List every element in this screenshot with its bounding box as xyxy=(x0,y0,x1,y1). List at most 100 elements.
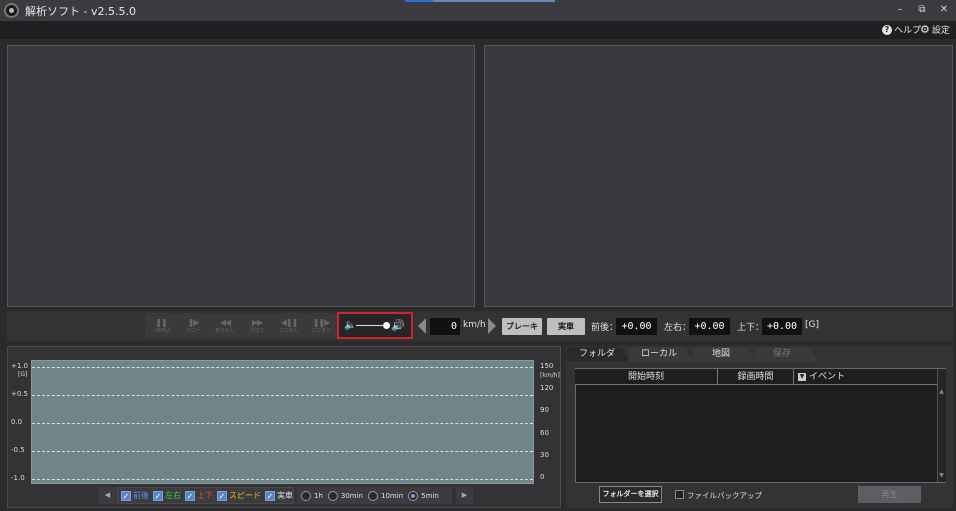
close-button[interactable]: ✕ xyxy=(938,3,950,17)
frame-back-icon: ◀❚❚ xyxy=(280,317,299,327)
y-right-tick-label: 60 xyxy=(540,428,549,437)
speed-prev-arrow[interactable] xyxy=(418,318,426,334)
grid-line xyxy=(32,395,533,396)
top-accent-line xyxy=(405,0,555,2)
grid-line xyxy=(32,451,533,452)
column-event[interactable]: ▼ イベント xyxy=(794,369,937,385)
title-bar: 解析ソフト - v2.5.5.0 – ⧉ ✕ xyxy=(0,0,956,21)
y-right-tick-label: 150 xyxy=(540,362,554,370)
file-list-scrollbar[interactable] xyxy=(937,369,946,482)
y-right-tick-label: 90 xyxy=(540,406,549,415)
range-option[interactable]: 5min xyxy=(408,490,439,501)
left-right-value: +0.00 xyxy=(689,318,730,335)
backup-label: ファイルバックアップ xyxy=(687,491,762,500)
up-down-label: 上下： xyxy=(737,323,765,333)
legend-item[interactable]: ✓ スピード xyxy=(217,490,261,501)
grid-line xyxy=(32,367,533,368)
tab-local[interactable]: ローカル xyxy=(629,347,693,361)
y-right-tick-label: 0 xyxy=(540,473,545,481)
fast-forward-button[interactable]: ▶▶ 早送り xyxy=(241,313,273,339)
brake-button[interactable]: ブレーキ xyxy=(502,318,542,335)
pause-icon: ❚❚ xyxy=(155,317,167,327)
volume-knob[interactable] xyxy=(383,322,390,329)
frame-back-button[interactable]: ◀❚❚ コマ戻し xyxy=(273,313,305,339)
gear-icon: ⚙ xyxy=(920,22,930,36)
front-back-value: +0.00 xyxy=(616,318,657,335)
column-start-time[interactable]: 開始時刻 xyxy=(575,369,718,385)
frame-forward-icon: ❚❚▶ xyxy=(312,317,331,327)
tab-map[interactable]: 地図 xyxy=(693,347,755,361)
event-dropdown-icon[interactable]: ▼ xyxy=(798,373,806,381)
restore-button[interactable]: ⧉ xyxy=(916,3,928,17)
volume-slider[interactable]: 🔈 🔊 xyxy=(337,312,413,339)
y-right-unit: [km/h] xyxy=(540,372,560,379)
legend-item[interactable]: ✓ 実車 xyxy=(265,490,293,501)
speed-next-arrow[interactable] xyxy=(488,318,496,334)
grid-line xyxy=(32,479,533,480)
pause-button[interactable]: ❚❚ 一時停止 xyxy=(145,313,177,339)
g-unit-label: [G] xyxy=(805,320,819,330)
help-icon: ? xyxy=(882,24,892,35)
backup-checkbox[interactable] xyxy=(675,490,684,499)
rewind-button[interactable]: ◀◀ 巻き戻し xyxy=(209,313,241,339)
settings-link[interactable]: ⚙ 設定 xyxy=(920,22,950,37)
graph-prev-button[interactable]: ◀ xyxy=(99,487,116,504)
select-folder-button[interactable]: フォルダーを選択 xyxy=(599,486,662,503)
frame-forward-button[interactable]: ❚❚▶ コマ送り xyxy=(305,313,337,339)
range-option[interactable]: 10min xyxy=(368,490,404,501)
range-radio[interactable] xyxy=(368,490,378,501)
file-list-header: 開始時刻 録画時間 ▼ イベント xyxy=(575,369,937,385)
rewind-icon: ◀◀ xyxy=(219,317,231,327)
left-right-label: 左右： xyxy=(664,323,692,333)
window-title: 解析ソフト - v2.5.5.0 xyxy=(25,4,136,18)
y-right-tick-label: 30 xyxy=(540,450,549,459)
slow-button[interactable]: ❚▶ スロー xyxy=(177,313,209,339)
range-label: 5min xyxy=(421,491,439,500)
legend-checkbox[interactable]: ✓ xyxy=(217,490,227,501)
tab-save: 保存 xyxy=(755,347,817,361)
range-radio[interactable] xyxy=(408,490,419,501)
legend-label: 左右 xyxy=(165,491,181,500)
scroll-down-icon[interactable]: ▼ xyxy=(937,472,946,479)
legend-checkbox[interactable]: ✓ xyxy=(121,490,131,501)
range-radio[interactable] xyxy=(301,490,311,501)
range-option[interactable]: 1h xyxy=(301,490,323,501)
column-duration[interactable]: 録画時間 xyxy=(718,369,794,385)
range-label: 10min xyxy=(381,491,404,500)
front-camera-view xyxy=(7,45,475,307)
column-event-label: イベント xyxy=(809,372,846,382)
range-radio[interactable] xyxy=(327,490,338,501)
header-bar: ? ヘルプ ⚙ 設定 xyxy=(0,21,956,39)
up-down-value: +0.00 xyxy=(762,318,802,335)
y-right-tick-label: 120 xyxy=(540,384,554,393)
playback-controls: ❚❚ 一時停止 ❚▶ スロー ◀◀ 巻き戻し ▶▶ 早送り ◀❚❚ コマ戻し ❚… xyxy=(145,313,337,339)
legend: ✓ 前後 ✓ 左右 ✓ 上下 ✓ スピード ✓ 実車 xyxy=(117,487,294,504)
minimize-button[interactable]: – xyxy=(894,3,906,17)
app-logo-icon xyxy=(4,3,19,18)
volume-track[interactable] xyxy=(356,325,386,326)
grid-line xyxy=(32,423,533,424)
tab-folder[interactable]: フォルダ xyxy=(567,347,629,361)
speed-display: 0 xyxy=(430,318,460,335)
help-link[interactable]: ? ヘルプ xyxy=(882,23,921,36)
g-sensor-chart xyxy=(31,360,534,484)
legend-item[interactable]: ✓ 上下 xyxy=(185,490,213,501)
graph-next-button[interactable]: ▶ xyxy=(456,487,473,504)
y-left-tick-label: -1.0 xyxy=(11,474,25,482)
legend-item[interactable]: ✓ 左右 xyxy=(153,490,181,501)
y-left-tick-label: +1.0 xyxy=(11,362,28,370)
legend-item[interactable]: ✓ 前後 xyxy=(121,490,149,501)
range-option[interactable]: 30min xyxy=(327,490,363,501)
range-label: 1h xyxy=(314,491,323,500)
settings-label: 設定 xyxy=(931,26,950,36)
legend-checkbox[interactable]: ✓ xyxy=(153,490,163,501)
legend-checkbox[interactable]: ✓ xyxy=(265,490,275,501)
real-vehicle-button[interactable]: 実車 xyxy=(547,318,585,335)
fast-forward-icon: ▶▶ xyxy=(251,317,263,327)
legend-checkbox[interactable]: ✓ xyxy=(185,490,195,501)
y-left-tick-label: -0.5 xyxy=(11,446,25,454)
file-list xyxy=(575,368,946,483)
legend-label: 上下 xyxy=(197,491,213,500)
scroll-up-icon[interactable]: ▲ xyxy=(937,388,946,395)
legend-label: スピード xyxy=(229,491,261,500)
